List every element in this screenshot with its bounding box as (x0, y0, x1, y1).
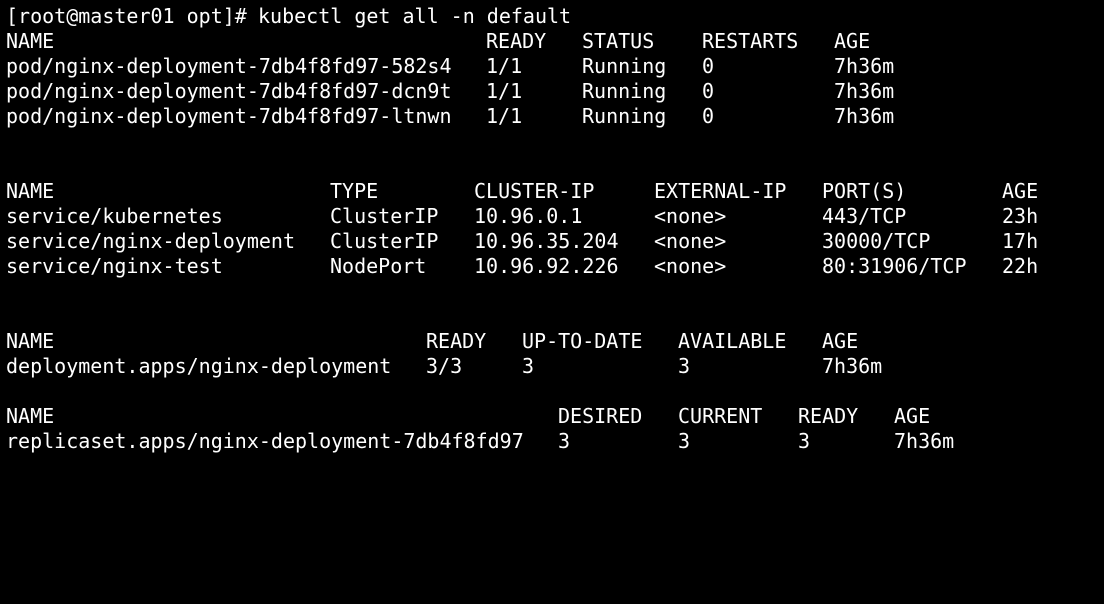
table-row: pod/nginx-deployment-7db4f8fd97-582s4 1/… (0, 54, 1104, 79)
table-row: service/nginx-test NodePort 10.96.92.226… (0, 254, 1104, 279)
terminal-window[interactable]: [root@master01 opt]# kubectl get all -n … (0, 0, 1104, 479)
service-age: 22h (1002, 254, 1039, 278)
pod-status: Running (582, 79, 667, 103)
column-header: NAME (6, 179, 55, 203)
pod-name: pod/nginx-deployment-7db4f8fd97-ltnwn (6, 104, 452, 128)
replicaset-ready: 3 (798, 429, 811, 453)
service-type: ClusterIP (330, 204, 439, 228)
service-cluster-ip: 10.96.92.226 (474, 254, 619, 278)
column-header: READY (426, 329, 487, 353)
services-header-row: NAME TYPE CLUSTER-IP EXTERNAL-IP PORT(S)… (0, 179, 1104, 204)
pod-ready: 1/1 (486, 79, 523, 103)
replicaset-current: 3 (678, 429, 691, 453)
pod-restarts: 0 (702, 79, 715, 103)
deployment-available: 3 (678, 354, 691, 378)
pod-age: 7h36m (834, 54, 895, 78)
column-header: DESIRED (558, 404, 643, 428)
column-header: PORT(S) (822, 179, 907, 203)
pods-header-row: NAME READY STATUS RESTARTS AGE (0, 29, 1104, 54)
column-header: NAME (6, 404, 55, 428)
command-line: [root@master01 opt]# kubectl get all -n … (0, 4, 1104, 29)
service-ports: 80:31906/TCP (822, 254, 967, 278)
column-header: READY (798, 404, 859, 428)
replicaset-desired: 3 (558, 429, 571, 453)
column-header: AGE (894, 404, 931, 428)
pod-ready: 1/1 (486, 54, 523, 78)
replicaset-age: 7h36m (894, 429, 955, 453)
table-row: pod/nginx-deployment-7db4f8fd97-dcn9t 1/… (0, 79, 1104, 104)
deployment-name: deployment.apps/nginx-deployment (6, 354, 392, 378)
service-external-ip: <none> (654, 229, 727, 253)
shell-prompt: [root@master01 opt]# (6, 4, 259, 28)
service-ports: 443/TCP (822, 204, 907, 228)
service-cluster-ip: 10.96.35.204 (474, 229, 619, 253)
pod-name: pod/nginx-deployment-7db4f8fd97-dcn9t (6, 79, 452, 103)
table-row: replicaset.apps/nginx-deployment-7db4f8f… (0, 429, 1104, 454)
command-text: kubectl get all -n default (258, 4, 572, 28)
column-header: CLUSTER-IP (474, 179, 595, 203)
column-header: TYPE (330, 179, 379, 203)
pod-restarts: 0 (702, 54, 715, 78)
deployment-ready: 3/3 (426, 354, 463, 378)
deployments-header-row: NAME READY UP-TO-DATE AVAILABLE AGE (0, 329, 1104, 354)
service-age: 17h (1002, 229, 1039, 253)
column-header: AGE (834, 29, 871, 53)
service-type: NodePort (330, 254, 427, 278)
column-header: UP-TO-DATE (522, 329, 643, 353)
service-external-ip: <none> (654, 254, 727, 278)
column-header: EXTERNAL-IP (654, 179, 787, 203)
service-cluster-ip: 10.96.0.1 (474, 204, 583, 228)
replicaset-name: replicaset.apps/nginx-deployment-7db4f8f… (6, 429, 524, 453)
pod-ready: 1/1 (486, 104, 523, 128)
pod-restarts: 0 (702, 104, 715, 128)
column-header: AVAILABLE (678, 329, 787, 353)
pod-age: 7h36m (834, 104, 895, 128)
column-header: RESTARTS (702, 29, 799, 53)
service-type: ClusterIP (330, 229, 439, 253)
column-header: NAME (6, 329, 55, 353)
deployment-up-to-date: 3 (522, 354, 535, 378)
deployment-age: 7h36m (822, 354, 883, 378)
table-row: service/nginx-deployment ClusterIP 10.96… (0, 229, 1104, 254)
service-age: 23h (1002, 204, 1039, 228)
column-header: NAME (6, 29, 55, 53)
pod-status: Running (582, 104, 667, 128)
table-row: deployment.apps/nginx-deployment 3/3 3 3… (0, 354, 1104, 379)
service-ports: 30000/TCP (822, 229, 931, 253)
pod-status: Running (582, 54, 667, 78)
service-name: service/nginx-test (6, 254, 223, 278)
service-name: service/kubernetes (6, 204, 223, 228)
column-header: AGE (822, 329, 859, 353)
column-header: AGE (1002, 179, 1039, 203)
replicasets-header-row: NAME DESIRED CURRENT READY AGE (0, 404, 1104, 429)
table-row: service/kubernetes ClusterIP 10.96.0.1 <… (0, 204, 1104, 229)
column-header: READY (486, 29, 547, 53)
table-row: pod/nginx-deployment-7db4f8fd97-ltnwn 1/… (0, 104, 1104, 129)
service-name: service/nginx-deployment (6, 229, 295, 253)
pod-age: 7h36m (834, 79, 895, 103)
column-header: CURRENT (678, 404, 763, 428)
pod-name: pod/nginx-deployment-7db4f8fd97-582s4 (6, 54, 452, 78)
service-external-ip: <none> (654, 204, 727, 228)
column-header: STATUS (582, 29, 655, 53)
